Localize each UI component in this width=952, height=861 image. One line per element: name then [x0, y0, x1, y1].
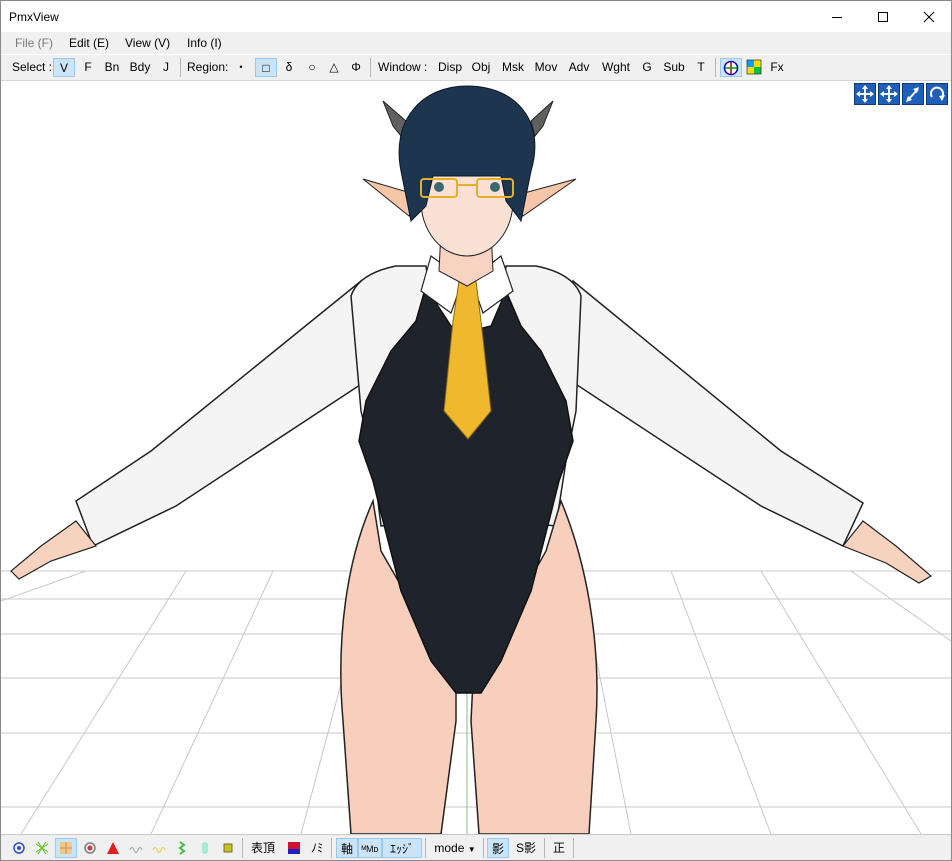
- region-label: Region:: [187, 60, 229, 74]
- view-rotate-button[interactable]: [926, 83, 948, 105]
- window-msk-button[interactable]: Msk: [500, 58, 526, 77]
- menu-file[interactable]: File (F): [15, 36, 53, 50]
- color-swatch-icon: [288, 842, 300, 854]
- statusbar-separator: [483, 838, 484, 858]
- viewport-scene: [1, 85, 951, 834]
- select-label: Select :: [12, 60, 53, 74]
- select-vertex-button[interactable]: V: [53, 58, 75, 77]
- menu-info[interactable]: Info (I): [187, 36, 222, 50]
- edge-toggle-button[interactable]: ｴｯｼﾞ: [382, 838, 422, 858]
- region-lasso-button[interactable]: δ: [282, 58, 296, 77]
- statusbar-separator: [242, 838, 243, 858]
- window-adv-button[interactable]: Adv: [567, 58, 591, 77]
- show-weight-button[interactable]: [149, 838, 169, 858]
- maximize-button[interactable]: [860, 1, 906, 32]
- fx-button[interactable]: Fx: [769, 58, 785, 77]
- window-obj-button[interactable]: Obj: [470, 58, 492, 77]
- statusbar-separator: [331, 838, 332, 858]
- nomi-button[interactable]: ﾉﾐ: [306, 838, 328, 858]
- chevron-down-icon: ▼: [467, 845, 476, 854]
- window-label: Window :: [378, 60, 428, 74]
- maximize-icon: [878, 11, 888, 22]
- vertex-dot-icon: [13, 842, 25, 854]
- wire-mesh-icon: [35, 841, 49, 855]
- close-icon: [923, 11, 935, 22]
- axis-guide-button[interactable]: [720, 58, 742, 77]
- self-shadow-toggle-button[interactable]: S影: [512, 838, 540, 858]
- menu-view[interactable]: View (V): [125, 36, 170, 50]
- axis-toggle-button[interactable]: 軸: [336, 838, 358, 858]
- show-softbody-button[interactable]: [218, 838, 238, 858]
- mode-label: mode: [434, 841, 465, 855]
- region-rect-button[interactable]: □: [255, 58, 277, 77]
- show-morph-button[interactable]: [126, 838, 146, 858]
- cyan-capsule-icon: [202, 842, 208, 854]
- toolbar-separator: [715, 58, 716, 77]
- close-button[interactable]: [906, 1, 951, 32]
- show-rigid-button[interactable]: [172, 838, 192, 858]
- window-title: PmxView: [9, 10, 59, 24]
- show-joint-button[interactable]: [195, 838, 215, 858]
- statusbar-separator: [544, 838, 545, 858]
- green-chain-icon: [178, 841, 186, 855]
- menu-edit[interactable]: Edit (E): [69, 36, 109, 50]
- statusbar-separator: [573, 838, 574, 858]
- show-wire-button[interactable]: [32, 838, 52, 858]
- select-body-button[interactable]: Bdy: [128, 58, 152, 77]
- window-t-button[interactable]: T: [694, 58, 708, 77]
- select-joint-button[interactable]: J: [159, 58, 173, 77]
- zoom-arrow-icon: [906, 87, 919, 102]
- face-mesh-icon: [60, 842, 72, 854]
- gray-wave-icon: [129, 846, 143, 854]
- pan-arrows-icon: [880, 85, 898, 103]
- rotate-icon: [930, 86, 945, 101]
- window-g-button[interactable]: G: [640, 58, 654, 77]
- view-zoom-button[interactable]: [902, 83, 924, 105]
- window-wght-button[interactable]: Wght: [599, 58, 633, 77]
- menu-bar: File (F) Edit (E) View (V) Info (I): [1, 32, 951, 54]
- red-triangle-icon: [107, 842, 119, 854]
- move-arrows-icon: [856, 85, 874, 103]
- show-ik-button[interactable]: [103, 838, 123, 858]
- select-face-button[interactable]: F: [80, 58, 96, 77]
- color-swatch-button[interactable]: [284, 838, 304, 858]
- view-pan-button[interactable]: [878, 83, 900, 105]
- view-move-button[interactable]: [854, 83, 876, 105]
- region-triangle-button[interactable]: △: [326, 58, 342, 77]
- toolbar-separator: [180, 58, 181, 77]
- yellow-cube-icon: [223, 843, 233, 853]
- show-vertex-button[interactable]: [9, 838, 29, 858]
- shadow-toggle-button[interactable]: 影: [487, 838, 509, 858]
- minimize-button[interactable]: [814, 1, 860, 32]
- crosshair-circle-icon: [723, 60, 739, 76]
- show-face-button[interactable]: [55, 838, 77, 858]
- statusbar-separator: [425, 838, 426, 858]
- main-toolbar: Select : V F Bn Bdy J Region: ・ □ δ ○ △ …: [1, 55, 951, 81]
- region-phi-button[interactable]: Φ: [348, 58, 364, 77]
- show-bone-button[interactable]: [80, 838, 100, 858]
- expression-vertex-button[interactable]: 表頂: [247, 838, 279, 858]
- title-bar: PmxView: [1, 1, 951, 32]
- minimize-icon: [832, 16, 842, 18]
- mmd-toggle-button[interactable]: ᴹMᴅ: [358, 838, 382, 858]
- 3d-viewport[interactable]: [1, 81, 951, 834]
- window-sub-button[interactable]: Sub: [662, 58, 686, 77]
- color-grid-icon: [746, 59, 762, 75]
- yellow-wave-icon: [152, 846, 166, 854]
- bone-circle-icon: [84, 842, 96, 854]
- grid-color-button[interactable]: [744, 58, 764, 77]
- region-point-button[interactable]: ・: [234, 58, 248, 77]
- ortho-toggle-button[interactable]: 正: [549, 838, 569, 858]
- window-disp-button[interactable]: Disp: [437, 58, 463, 77]
- toolbar-separator: [370, 58, 371, 77]
- pmxview-window: PmxView File (F) Edit (E) View (V) Info …: [0, 0, 952, 861]
- mode-dropdown[interactable]: mode ▼: [429, 838, 481, 858]
- window-mov-button[interactable]: Mov: [533, 58, 559, 77]
- region-circle-button[interactable]: ○: [304, 58, 320, 77]
- select-bone-button[interactable]: Bn: [102, 58, 122, 77]
- bottom-toolbar: 表頂 ﾉﾐ 軸 ᴹMᴅ ｴｯｼﾞ mode ▼ 影 S影 正: [1, 834, 951, 860]
